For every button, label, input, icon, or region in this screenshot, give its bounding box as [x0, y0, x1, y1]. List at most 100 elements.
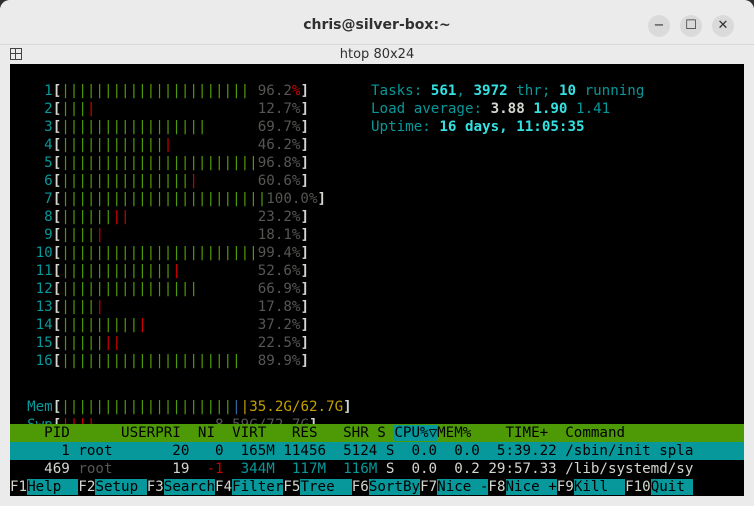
column-shr[interactable]: SHR: [318, 425, 369, 441]
column-state[interactable]: S: [369, 425, 395, 441]
column-pri[interactable]: PRI: [155, 425, 181, 441]
fkey-label: Help: [27, 479, 79, 495]
process-cpu: 0.0: [402, 443, 438, 459]
fkey-f3[interactable]: F3Search: [147, 479, 216, 495]
cpu-meter-10: 10[|||||||||||||||||||||||99.4%]: [35, 245, 309, 261]
process-pri: 20: [163, 443, 190, 459]
cpu-meter-14: 14[|||||||||| 37.2%]: [35, 317, 309, 333]
fkey-f10[interactable]: F10Quit: [625, 479, 694, 495]
cpu-percent: 99.4%: [257, 245, 301, 261]
column-command[interactable]: Command: [548, 425, 625, 441]
cpu-label: 2: [44, 101, 53, 117]
process-command: /sbin/init spla: [556, 443, 694, 459]
threads-count: 3972: [473, 83, 508, 99]
cpu-label: 1: [44, 83, 53, 99]
cpu-meter-11: 11[|||||||||||||| 52.6%]: [35, 263, 309, 279]
minimize-button[interactable]: −: [648, 15, 670, 37]
tasks-line: Tasks: 561, 3972 thr; 10 running: [371, 83, 645, 99]
fkey-key: F8: [488, 479, 506, 495]
column-mem[interactable]: MEM%: [437, 425, 471, 441]
cpu-meter-3: 3[||||||||||||||||| 69.7%]: [44, 119, 309, 135]
cpu-percent: 60.6%: [257, 173, 301, 189]
tasks-count: 561: [430, 83, 457, 99]
process-row[interactable]: 469 root 19 -1 344M 117M 116M S 0.0 0.2 …: [10, 460, 744, 478]
cpu-meter-2: 2[|||| 12.7%]: [44, 101, 309, 117]
process-state: S: [377, 461, 403, 477]
process-ni: 0: [189, 443, 224, 459]
cpu-percent: 96.2: [257, 83, 292, 99]
mem-meter: Mem[||||||||||||||||||||||35.2G/62.7G]: [27, 399, 352, 415]
window-title: chris@silver-box:~: [303, 17, 451, 33]
column-ni[interactable]: NI: [181, 425, 215, 441]
fkey-f8[interactable]: F8Nice +: [488, 479, 557, 495]
fkey-f7[interactable]: F7Nice -: [420, 479, 489, 495]
load-average-line: Load average: 3.88 1.90 1.41: [371, 101, 611, 117]
process-state: S: [377, 443, 403, 459]
fkey-key: F1: [10, 479, 28, 495]
fkey-label: SortBy: [368, 479, 421, 495]
fkey-f9[interactable]: F9Kill: [556, 479, 626, 495]
fkey-label: Nice +: [505, 479, 557, 495]
uptime-value: 16 days, 11:05:35: [439, 119, 585, 135]
cpu-label: 12: [35, 281, 53, 297]
cpu-label: 4: [44, 137, 53, 153]
process-pri: 19: [163, 461, 190, 477]
column-time[interactable]: TIME+: [471, 425, 548, 441]
cpu-meter-7: 7[||||||||||||||||||||||||100.0%]: [44, 191, 327, 207]
mem-label: Mem: [27, 399, 53, 415]
cpu-label: 5: [44, 155, 53, 171]
column-user[interactable]: USER: [70, 425, 155, 441]
cpu-label: 9: [44, 227, 53, 243]
fkey-f1[interactable]: F1Help: [10, 479, 79, 495]
mem-value: 35.2G/62.7G: [249, 399, 344, 415]
column-res[interactable]: RES: [266, 425, 318, 441]
cpu-label: 15: [35, 335, 53, 351]
process-table-header[interactable]: PID USERPRI NI VIRT RES SHR S CPU%▽MEM% …: [10, 424, 744, 442]
cpu-percent: 46.2%: [257, 137, 301, 153]
process-user: root: [69, 443, 164, 459]
fkey-label: Tree: [300, 479, 352, 495]
cpu-percent: 12.7%: [257, 101, 301, 117]
cpu-percent: 37.2%: [257, 317, 301, 333]
fkey-key: F4: [215, 479, 233, 495]
process-ni: -1: [189, 461, 224, 477]
cpu-percent: 89.9%: [257, 353, 301, 369]
process-res: 11456: [274, 443, 327, 459]
cpu-meter-1: 1[|||||||||||||||||||||| 96.2%]: [44, 83, 309, 99]
cpu-label: 3: [44, 119, 53, 135]
fkey-label: Search: [163, 479, 216, 495]
cpu-percent: 23.2%: [257, 209, 301, 225]
fkey-f4[interactable]: F4Filter: [215, 479, 284, 495]
fkey-f5[interactable]: F5Tree: [283, 479, 352, 495]
fkey-label: Setup: [95, 479, 147, 495]
fkey-key: F7: [420, 479, 438, 495]
process-mem: 0.0: [437, 443, 480, 459]
process-row[interactable]: 1 root 20 0 165M 11456 5124 S 0.0 0.0 5:…: [10, 442, 744, 460]
cpu-label: 11: [35, 263, 53, 279]
maximize-button[interactable]: ☐: [680, 15, 702, 37]
process-mem: 0.2: [437, 461, 480, 477]
cpu-meter-6: 6[|||||||||||||||| 60.6%]: [44, 173, 309, 189]
fkey-key: F5: [283, 479, 301, 495]
cpu-label: 16: [35, 353, 53, 369]
title-bar[interactable]: chris@silver-box:~ − ☐ ✕: [0, 0, 754, 44]
load-15: 1.41: [576, 101, 611, 117]
fkey-key: F9: [556, 479, 574, 495]
fkey-f2[interactable]: F2Setup: [78, 479, 147, 495]
column-virt[interactable]: VIRT: [215, 425, 266, 441]
process-pid: 469: [10, 461, 70, 477]
column-cpu-sorted[interactable]: CPU%: [394, 425, 429, 441]
column-pid[interactable]: PID: [10, 425, 70, 441]
process-res: 117M: [274, 461, 327, 477]
cpu-meter-13: 13[||||| 17.8%]: [35, 299, 309, 315]
cpu-label: 14: [35, 317, 53, 333]
cpu-label: 7: [44, 191, 53, 207]
close-button[interactable]: ✕: [712, 15, 734, 37]
uptime-line: Uptime: 16 days, 11:05:35: [371, 119, 585, 135]
process-virt: 165M: [223, 443, 275, 459]
fkey-f6[interactable]: F6SortBy: [352, 479, 421, 495]
terminal-window: chris@silver-box:~ − ☐ ✕ htop 80x24 1[||…: [0, 0, 754, 506]
load-1: 3.88: [490, 101, 525, 117]
cpu-percent: 52.6%: [257, 263, 301, 279]
terminal-screen[interactable]: 1[|||||||||||||||||||||| 96.2%] 2[|||| 1…: [10, 64, 744, 496]
